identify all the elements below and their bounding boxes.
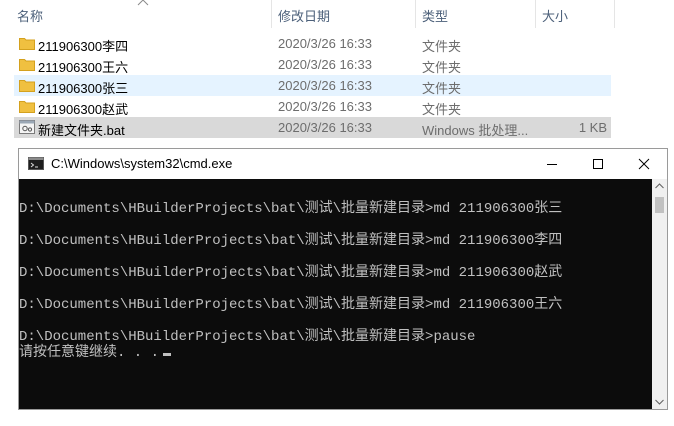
column-divider[interactable] (415, 0, 416, 28)
file-type: 文件夹 (422, 102, 462, 117)
console-line: D:\Documents\HBuilderProjects\bat\测试\批量新… (19, 265, 563, 281)
file-date: 2020/3/26 16:33 (278, 120, 372, 135)
console-icon (28, 157, 44, 170)
file-name: 211906300李四 (38, 39, 129, 54)
scroll-up-icon[interactable] (655, 183, 664, 189)
maximize-icon (593, 159, 603, 169)
column-header-size[interactable]: 大小 (542, 6, 568, 25)
file-size: 1 KB (578, 120, 607, 135)
file-row-selected[interactable]: 211906300张三 2020/3/26 16:33 文件夹 (14, 75, 611, 96)
maximize-button[interactable] (575, 149, 621, 179)
minimize-button[interactable] (529, 149, 575, 179)
file-name: 211906300王六 (38, 60, 129, 75)
file-row[interactable]: 新建文件夹.bat 2020/3/26 16:33 Windows 批处理...… (14, 117, 611, 138)
column-divider[interactable] (271, 0, 272, 28)
sort-ascending-icon (137, 0, 149, 6)
console-line: D:\Documents\HBuilderProjects\bat\测试\批量新… (19, 297, 563, 313)
folder-icon (19, 38, 35, 50)
file-explorer-pane: 名称 修改日期 类型 大小 211906300李四 2020/3/26 16:3… (0, 0, 674, 150)
console-line: D:\Documents\HBuilderProjects\bat\测试\批量新… (19, 201, 563, 217)
column-header-date[interactable]: 修改日期 (278, 6, 330, 25)
file-date: 2020/3/26 16:33 (278, 99, 372, 114)
window-title: C:\Windows\system32\cmd.exe (51, 156, 233, 171)
console-line: D:\Documents\HBuilderProjects\bat\测试\批量新… (19, 233, 563, 249)
vertical-scrollbar[interactable] (652, 179, 667, 409)
cmd-title-bar[interactable]: C:\Windows\system32\cmd.exe (19, 149, 667, 179)
batch-file-icon (19, 120, 35, 134)
file-type: 文件夹 (422, 60, 462, 75)
close-icon (638, 158, 650, 170)
file-date: 2020/3/26 16:33 (278, 78, 372, 93)
file-date: 2020/3/26 16:33 (278, 36, 372, 51)
minimize-icon (547, 164, 557, 165)
file-date: 2020/3/26 16:33 (278, 57, 372, 72)
file-row[interactable]: 211906300李四 2020/3/26 16:33 文件夹 (14, 33, 611, 54)
close-button[interactable] (621, 149, 667, 179)
folder-icon (19, 80, 35, 92)
file-type: Windows 批处理... (422, 123, 529, 138)
file-type: 文件夹 (422, 81, 462, 96)
file-name: 新建文件夹.bat (38, 123, 125, 138)
scrollbar-thumb[interactable] (655, 197, 664, 213)
column-header-name[interactable]: 名称 (17, 6, 43, 25)
file-name: 211906300张三 (38, 81, 129, 96)
console-line: 请按任意键继续. . . (19, 345, 160, 361)
scroll-down-icon[interactable] (655, 399, 664, 405)
file-type: 文件夹 (422, 39, 462, 54)
folder-icon (19, 59, 35, 71)
column-header-bar: 名称 修改日期 类型 大小 (0, 0, 674, 28)
column-divider[interactable] (614, 0, 615, 28)
folder-icon (19, 101, 35, 113)
console-prompt-line: 请按任意键继续. . . (19, 341, 172, 361)
text-cursor (163, 353, 172, 356)
file-row[interactable]: 211906300王六 2020/3/26 16:33 文件夹 (14, 54, 611, 75)
file-name: 211906300赵武 (38, 102, 129, 117)
file-row[interactable]: 211906300赵武 2020/3/26 16:33 文件夹 (14, 96, 611, 117)
cmd-window[interactable]: C:\Windows\system32\cmd.exe D:\Documents… (18, 148, 668, 410)
column-header-type[interactable]: 类型 (422, 6, 448, 25)
console-output[interactable]: D:\Documents\HBuilderProjects\bat\测试\批量新… (19, 179, 652, 409)
column-divider[interactable] (535, 0, 536, 28)
